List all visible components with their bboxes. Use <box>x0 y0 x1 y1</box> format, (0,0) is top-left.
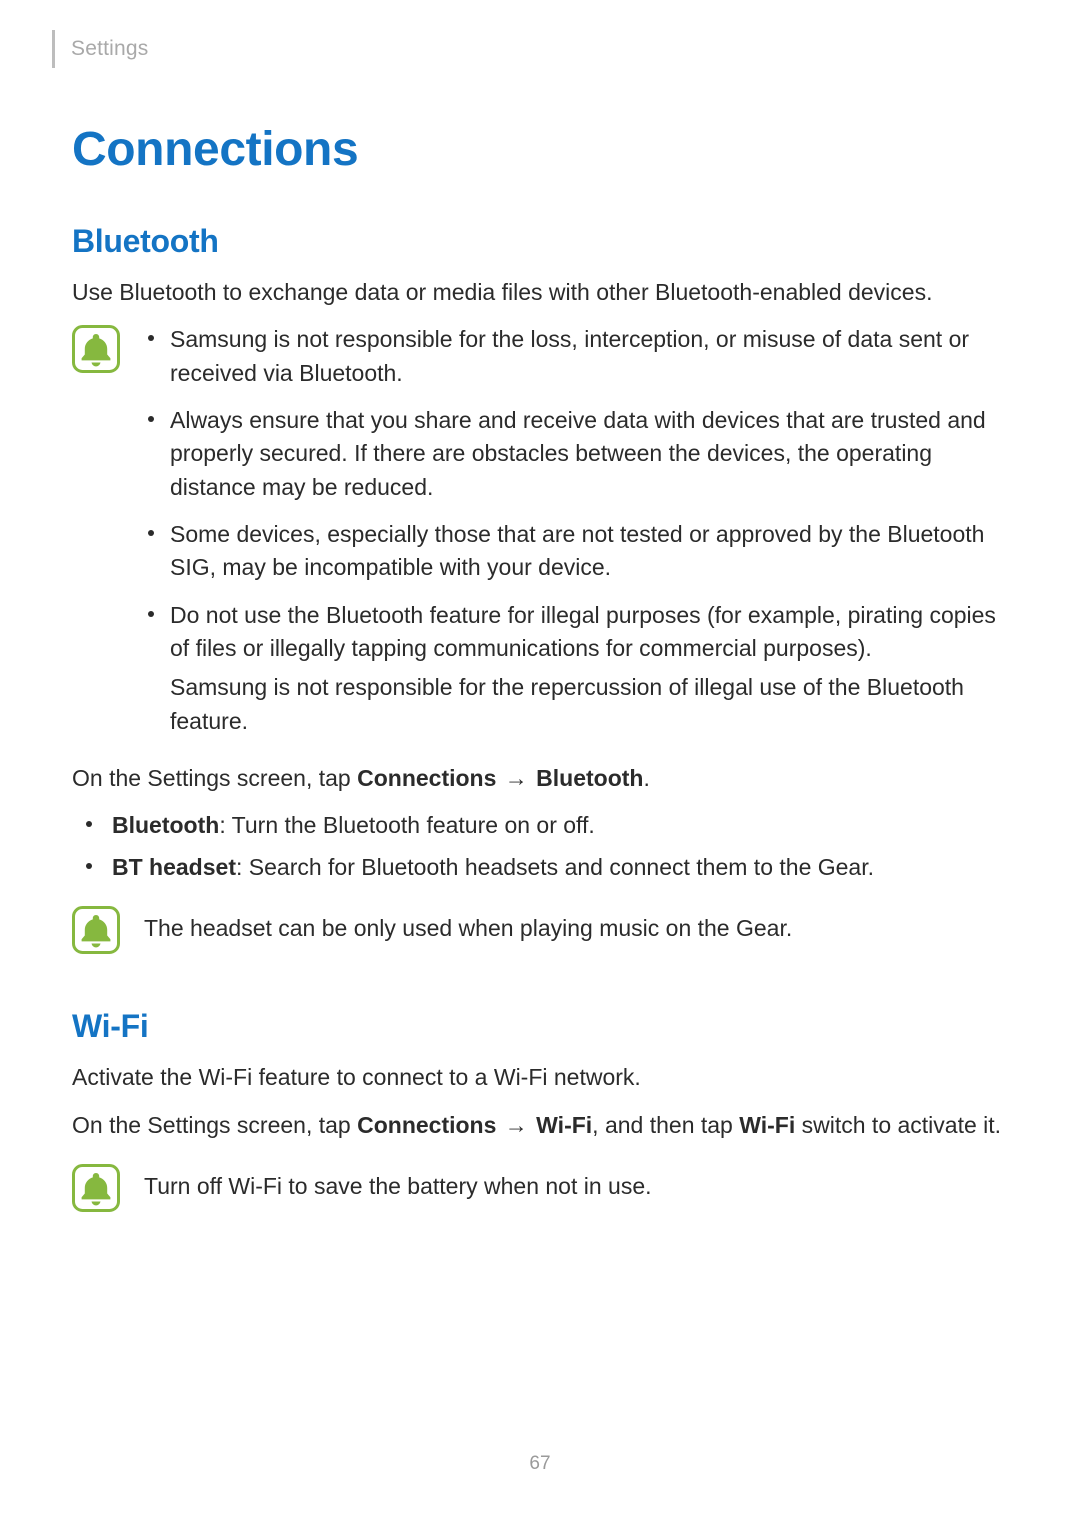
bluetooth-note-item-trail: Samsung is not responsible for the reper… <box>170 671 1010 738</box>
wifi-intro: Activate the Wi-Fi feature to connect to… <box>52 1061 1010 1094</box>
option-term: BT headset <box>112 854 236 880</box>
arrow-icon: → <box>496 1112 536 1138</box>
path-suffix: . <box>643 765 649 791</box>
arrow-icon: → <box>496 765 536 791</box>
breadcrumb: Settings <box>71 37 148 61</box>
headset-note-text: The headset can be only used when playin… <box>120 904 1010 945</box>
bluetooth-note-block: Samsung is not responsible for the loss,… <box>52 323 1010 752</box>
headset-note-block: The headset can be only used when playin… <box>52 904 1010 954</box>
note-bell-icon <box>72 906 120 954</box>
bluetooth-note-item: Some devices, especially those that are … <box>144 518 1010 585</box>
bluetooth-note-item: Do not use the Bluetooth feature for ill… <box>144 599 1010 738</box>
section-heading-bluetooth: Bluetooth <box>52 223 1010 260</box>
page-title: Connections <box>52 122 1010 177</box>
option-term: Bluetooth <box>112 812 219 838</box>
path-connections: Connections <box>357 765 496 791</box>
list-item: BT headset: Search for Bluetooth headset… <box>82 851 1010 884</box>
list-item: Bluetooth: Turn the Bluetooth feature on… <box>82 809 1010 842</box>
wifi-path-instruction: On the Settings screen, tap Connections … <box>52 1109 1010 1142</box>
bluetooth-path-instruction: On the Settings screen, tap Connections … <box>52 762 1010 795</box>
path-prefix: On the Settings screen, tap <box>72 1112 357 1138</box>
bluetooth-intro: Use Bluetooth to exchange data or media … <box>52 276 1010 309</box>
page-header: Settings <box>52 30 1010 68</box>
section-heading-wifi: Wi-Fi <box>52 1008 1010 1045</box>
wifi-note-text: Turn off Wi-Fi to save the battery when … <box>120 1162 1010 1203</box>
path-mid: , and then tap <box>592 1112 739 1138</box>
note-bell-icon <box>72 325 120 373</box>
header-rule <box>52 30 55 68</box>
bluetooth-note-item-text: Do not use the Bluetooth feature for ill… <box>170 602 996 661</box>
path-bluetooth: Bluetooth <box>536 765 643 791</box>
option-desc: : Turn the Bluetooth feature on or off. <box>219 812 595 838</box>
bluetooth-note-body: Samsung is not responsible for the loss,… <box>120 323 1010 752</box>
note-bell-icon <box>72 1164 120 1212</box>
path-connections: Connections <box>357 1112 496 1138</box>
wifi-note-block: Turn off Wi-Fi to save the battery when … <box>52 1162 1010 1212</box>
path-wifi-switch: Wi-Fi <box>739 1112 795 1138</box>
path-prefix: On the Settings screen, tap <box>72 765 357 791</box>
path-wifi: Wi-Fi <box>536 1112 592 1138</box>
bluetooth-note-item: Samsung is not responsible for the loss,… <box>144 323 1010 390</box>
option-desc: : Search for Bluetooth headsets and conn… <box>236 854 874 880</box>
page-content: Settings Connections Bluetooth Use Bluet… <box>0 0 1080 1212</box>
bluetooth-options-list: Bluetooth: Turn the Bluetooth feature on… <box>52 809 1010 884</box>
path-suffix: switch to activate it. <box>795 1112 1001 1138</box>
page-number: 67 <box>0 1453 1080 1475</box>
bluetooth-note-item: Always ensure that you share and receive… <box>144 404 1010 504</box>
